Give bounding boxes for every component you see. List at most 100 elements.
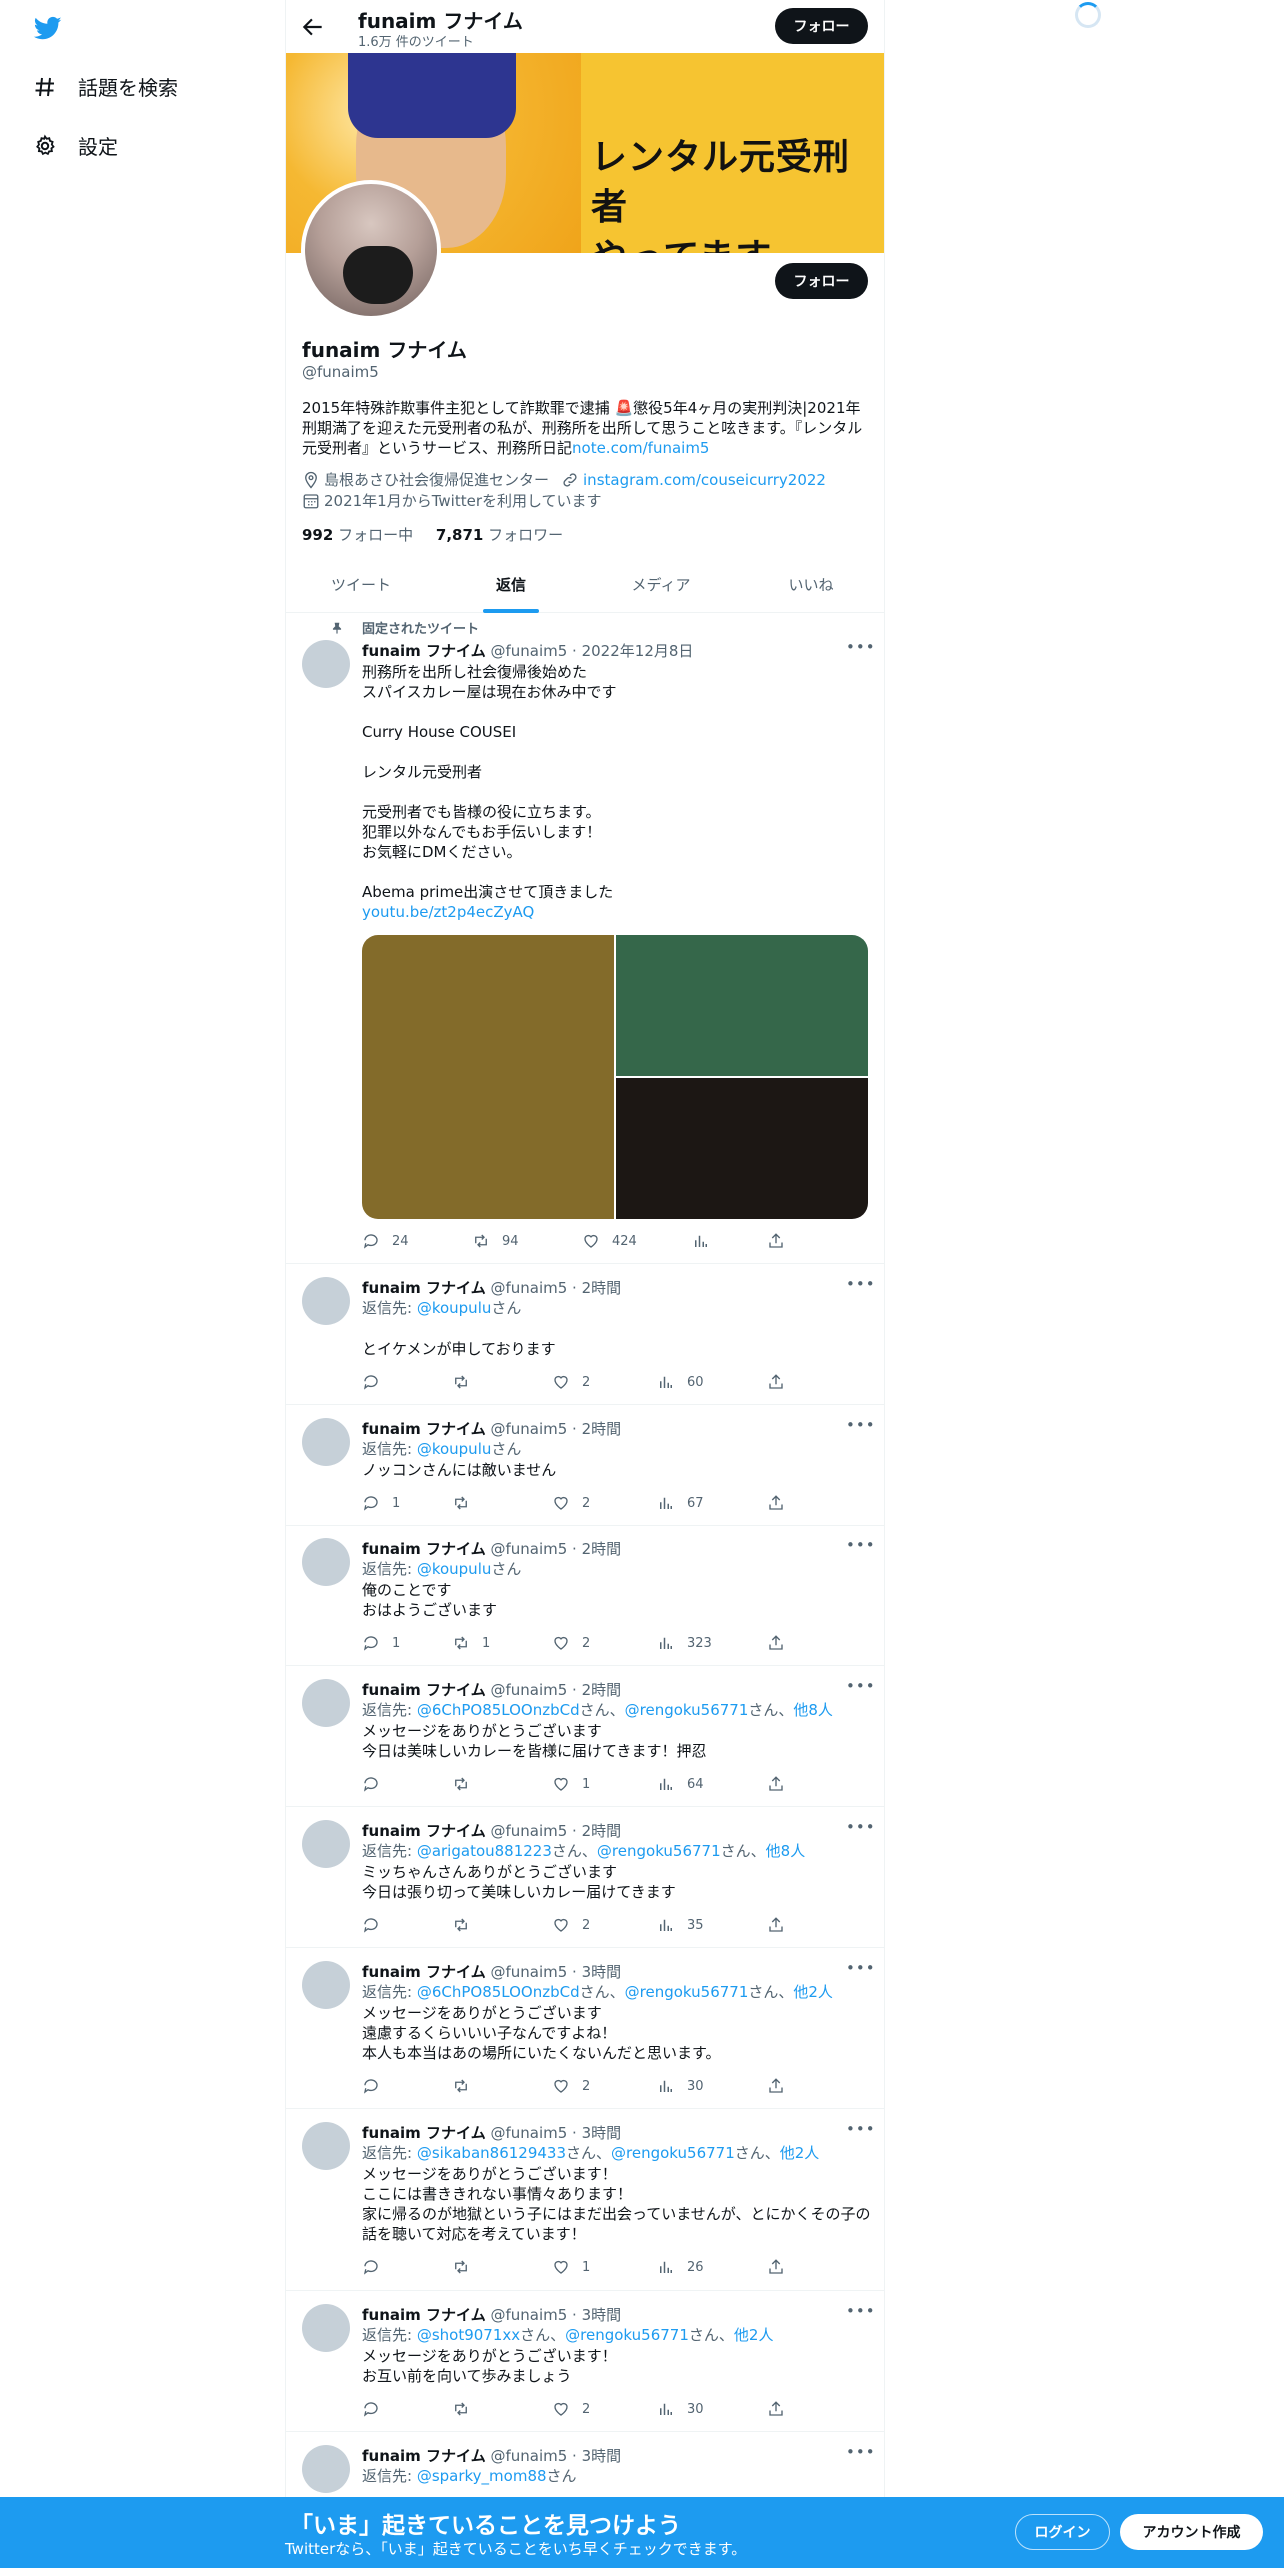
more-icon[interactable]: ••• bbox=[846, 2443, 876, 2461]
reply-to-link[interactable]: @6ChPO85LOOnzbCd bbox=[417, 1983, 580, 2001]
more-icon[interactable]: ••• bbox=[846, 2302, 876, 2320]
reply-to-link[interactable]: @arigatou881223 bbox=[417, 1842, 552, 1860]
reply-to-link[interactable]: @rengoku56771 bbox=[597, 1842, 721, 1860]
more-icon[interactable]: ••• bbox=[846, 1536, 876, 1554]
tab-media[interactable]: メディア bbox=[586, 560, 736, 612]
more-icon[interactable]: ••• bbox=[846, 1818, 876, 1836]
tweet[interactable]: funaim フナイム @funaim5 · 3時間 ••• 返信先: @6ChPO… bbox=[286, 1949, 884, 2109]
profile-website-link[interactable]: instagram.com/couseicurry2022 bbox=[583, 471, 826, 489]
views-button[interactable]: 60 bbox=[657, 1373, 704, 1391]
header-follow-button[interactable]: フォロー bbox=[775, 8, 868, 44]
followers-link[interactable]: 7,871 フォロワー bbox=[436, 526, 563, 544]
reply-to-link[interactable]: @sikaban86129433 bbox=[417, 2144, 566, 2162]
share-button[interactable] bbox=[767, 1373, 797, 1391]
following-link[interactable]: 992 フォロー中 bbox=[302, 526, 413, 544]
profile-follow-button[interactable]: フォロー bbox=[775, 263, 868, 299]
reply-to-link[interactable]: @shot9071xx bbox=[417, 2326, 520, 2344]
tweet[interactable]: funaim フナイム @funaim5 · 2時間 ••• 返信先: @6ChPO… bbox=[286, 1667, 884, 1807]
like-button[interactable]: 1 bbox=[552, 2258, 590, 2276]
reply-others-link[interactable]: 他8人 bbox=[766, 1842, 806, 1860]
reply-others-link[interactable]: 他2人 bbox=[734, 2326, 774, 2344]
reply-button[interactable]: 24 bbox=[362, 1232, 409, 1250]
login-button[interactable]: ログイン bbox=[1015, 2514, 1110, 2550]
media-image[interactable] bbox=[362, 935, 614, 1219]
like-button[interactable]: 424 bbox=[582, 1232, 637, 1250]
retweet-button[interactable] bbox=[452, 1916, 482, 1934]
views-button[interactable]: 35 bbox=[657, 1916, 704, 1934]
like-button[interactable]: 2 bbox=[552, 2077, 590, 2095]
more-icon[interactable]: ••• bbox=[846, 2120, 876, 2138]
bio-link[interactable]: note.com/funaim5 bbox=[572, 439, 709, 457]
retweet-button[interactable]: 1 bbox=[452, 1634, 490, 1652]
views-button[interactable]: 64 bbox=[657, 1775, 704, 1793]
reply-to-link[interactable]: @rengoku56771 bbox=[625, 1983, 749, 2001]
like-button[interactable]: 2 bbox=[552, 1373, 590, 1391]
retweet-button[interactable] bbox=[452, 2077, 482, 2095]
reply-others-link[interactable]: 他2人 bbox=[780, 2144, 820, 2162]
avatar[interactable] bbox=[302, 2122, 350, 2170]
more-icon[interactable]: ••• bbox=[846, 1959, 876, 1977]
nav-settings[interactable]: 設定 bbox=[32, 131, 118, 160]
tweet-media-grid[interactable] bbox=[362, 935, 868, 1219]
like-button[interactable]: 2 bbox=[552, 1634, 590, 1652]
retweet-button[interactable] bbox=[452, 1494, 482, 1512]
back-arrow-icon[interactable] bbox=[300, 14, 326, 40]
profile-avatar[interactable] bbox=[301, 180, 441, 320]
signup-button[interactable]: アカウント作成 bbox=[1120, 2514, 1263, 2550]
reply-to-link[interactable]: @koupulu bbox=[417, 1299, 492, 1317]
avatar[interactable] bbox=[302, 2445, 350, 2493]
share-button[interactable] bbox=[767, 2258, 797, 2276]
tweet[interactable]: funaim フナイム @funaim5 · 3時間 ••• 返信先: @shot9… bbox=[286, 2292, 884, 2432]
views-button[interactable]: 30 bbox=[657, 2077, 704, 2095]
reply-button[interactable] bbox=[362, 2077, 392, 2095]
like-button[interactable]: 2 bbox=[552, 2400, 590, 2418]
share-button[interactable] bbox=[767, 1232, 797, 1250]
pinned-tweet[interactable]: funaim フナイム @funaim5 · 2022年12月8日 ••• 刑務… bbox=[286, 628, 884, 1264]
share-button[interactable] bbox=[767, 1494, 797, 1512]
more-icon[interactable]: ••• bbox=[846, 1677, 876, 1695]
reply-to-link[interactable]: @6ChPO85LOOnzbCd bbox=[417, 1701, 580, 1719]
tab-tweets[interactable]: ツイート bbox=[286, 560, 436, 612]
tab-replies[interactable]: 返信 bbox=[436, 560, 586, 613]
retweet-button[interactable] bbox=[452, 1775, 482, 1793]
tweet[interactable]: funaim フナイム @funaim5 · 2時間 ••• 返信先: @koupu… bbox=[286, 1526, 884, 1666]
views-button[interactable] bbox=[692, 1232, 722, 1250]
reply-button[interactable] bbox=[362, 2258, 392, 2276]
views-button[interactable]: 30 bbox=[657, 2400, 704, 2418]
more-icon[interactable]: ••• bbox=[846, 1275, 876, 1293]
more-icon[interactable]: ••• bbox=[846, 1416, 876, 1434]
reply-to-link[interactable]: @koupulu bbox=[417, 1440, 492, 1458]
tab-likes[interactable]: いいね bbox=[736, 560, 884, 612]
tweet[interactable]: funaim フナイム @funaim5 · 2時間 ••• 返信先: @koupu… bbox=[286, 1265, 884, 1405]
avatar[interactable] bbox=[302, 1679, 350, 1727]
avatar[interactable] bbox=[302, 1961, 350, 2009]
like-button[interactable]: 1 bbox=[552, 1775, 590, 1793]
avatar[interactable] bbox=[302, 1418, 350, 1466]
reply-to-link[interactable]: @rengoku56771 bbox=[611, 2144, 735, 2162]
retweet-button[interactable]: 94 bbox=[472, 1232, 519, 1250]
avatar[interactable] bbox=[302, 2304, 350, 2352]
reply-button[interactable]: 1 bbox=[362, 1634, 400, 1652]
views-button[interactable]: 26 bbox=[657, 2258, 704, 2276]
reply-button[interactable] bbox=[362, 2400, 392, 2418]
retweet-button[interactable] bbox=[452, 2258, 482, 2276]
like-button[interactable]: 2 bbox=[552, 1494, 590, 1512]
retweet-button[interactable] bbox=[452, 2400, 482, 2418]
share-button[interactable] bbox=[767, 2400, 797, 2418]
avatar[interactable] bbox=[302, 1277, 350, 1325]
twitter-logo-icon[interactable] bbox=[32, 14, 64, 42]
reply-button[interactable]: 1 bbox=[362, 1494, 400, 1512]
views-button[interactable]: 67 bbox=[657, 1494, 704, 1512]
tweet[interactable]: funaim フナイム @funaim5 · 2時間 ••• 返信先: @ariga… bbox=[286, 1808, 884, 1948]
reply-to-link[interactable]: @koupulu bbox=[417, 1560, 492, 1578]
share-button[interactable] bbox=[767, 1634, 797, 1652]
share-button[interactable] bbox=[767, 1916, 797, 1934]
views-button[interactable]: 323 bbox=[657, 1634, 712, 1652]
avatar[interactable] bbox=[302, 640, 350, 688]
reply-others-link[interactable]: 他8人 bbox=[793, 1701, 833, 1719]
like-button[interactable]: 2 bbox=[552, 1916, 590, 1934]
reply-to-link[interactable]: @rengoku56771 bbox=[625, 1701, 749, 1719]
share-button[interactable] bbox=[767, 1775, 797, 1793]
media-image[interactable] bbox=[616, 1078, 868, 1219]
avatar[interactable] bbox=[302, 1820, 350, 1868]
